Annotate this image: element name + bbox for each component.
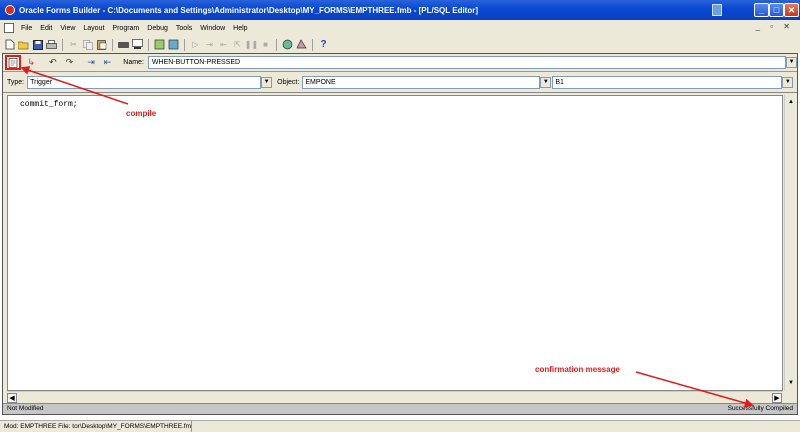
context-bar: Type: Trigger ▼ Object: EMPONE ▼ B1 ▼ bbox=[3, 73, 797, 93]
outdent-icon[interactable]: ⇤ bbox=[102, 57, 114, 69]
scroll-up-arrow[interactable]: ▲ bbox=[786, 97, 796, 107]
revert-icon[interactable]: ↳ bbox=[26, 57, 38, 69]
confirmation-annotation: confirmation message bbox=[535, 365, 620, 374]
menu-bar: File Edit View Layout Program Debug Tool… bbox=[0, 20, 800, 36]
code-editor[interactable]: commit_form; bbox=[7, 95, 783, 391]
scroll-left-arrow[interactable]: ◀ bbox=[7, 393, 17, 403]
window-title: Oracle Forms Builder - C:\Documents and … bbox=[19, 5, 479, 15]
pause-icon[interactable]: ❚❚ bbox=[245, 39, 258, 50]
toolbar-separator bbox=[312, 38, 313, 51]
mdi-window-controls[interactable]: _ ▫ ✕ bbox=[756, 22, 794, 31]
name-dropdown-arrow[interactable]: ▼ bbox=[786, 57, 797, 68]
menu-tools[interactable]: Tools bbox=[172, 25, 196, 32]
cut-icon[interactable]: ✂ bbox=[68, 39, 79, 50]
open-icon[interactable] bbox=[18, 39, 29, 50]
menu-program[interactable]: Program bbox=[108, 25, 143, 32]
item-dropdown-arrow[interactable]: ▼ bbox=[782, 77, 794, 88]
editor-status-bar: Not Modified Successfully Compiled bbox=[3, 403, 797, 414]
compile-all-icon[interactable] bbox=[154, 39, 165, 50]
stop-icon[interactable]: ■ bbox=[260, 39, 271, 50]
object-label: Object: bbox=[277, 79, 300, 86]
toolbar-separator bbox=[148, 38, 149, 51]
editor-toolbar: ↳ ↶ ↷ ⇥ ⇤ Name: WHEN-BUTTON-PRESSED ▼ bbox=[3, 54, 797, 72]
redo-icon[interactable]: ↷ bbox=[64, 57, 76, 69]
save-icon[interactable] bbox=[32, 39, 43, 50]
code-text[interactable]: commit_form; bbox=[20, 100, 78, 109]
menu-layout[interactable]: Layout bbox=[79, 25, 108, 32]
print-icon[interactable] bbox=[46, 39, 57, 50]
app-status-bar: Mod: EMPTHREE File: tor\Desktop\MY_FORMS… bbox=[0, 420, 800, 432]
menu-edit[interactable]: Edit bbox=[36, 25, 56, 32]
name-field[interactable]: WHEN-BUTTON-PRESSED bbox=[147, 56, 787, 69]
network-icon[interactable] bbox=[712, 4, 722, 16]
object-select[interactable]: EMPONE bbox=[302, 76, 541, 89]
menu-debug[interactable]: Debug bbox=[143, 25, 172, 32]
module-file-status: Mod: EMPTHREE File: tor\Desktop\MY_FORMS… bbox=[4, 421, 192, 432]
compile-annotation: compile bbox=[126, 109, 157, 118]
connect-icon[interactable] bbox=[118, 39, 129, 50]
vertical-scrollbar[interactable]: ▲ ▼ bbox=[784, 95, 796, 391]
indent-icon[interactable]: ⇥ bbox=[85, 57, 97, 69]
object-navigator-icon[interactable] bbox=[282, 39, 293, 50]
toolbar-separator bbox=[62, 38, 63, 51]
paste-icon[interactable] bbox=[96, 39, 107, 50]
maximize-button[interactable]: □ bbox=[769, 3, 784, 17]
toolbar-separator bbox=[112, 38, 113, 51]
horizontal-scrollbar[interactable]: ◀ ▶ bbox=[7, 391, 783, 403]
run-form-icon[interactable] bbox=[132, 39, 143, 50]
compile-status-message: Successfully Compiled bbox=[727, 405, 793, 412]
menu-window[interactable]: Window bbox=[196, 25, 229, 32]
modified-status: Not Modified bbox=[7, 405, 44, 412]
help-icon[interactable]: ? bbox=[318, 39, 329, 50]
toolbar-separator bbox=[276, 38, 277, 51]
menu-help[interactable]: Help bbox=[229, 25, 251, 32]
scroll-right-arrow[interactable]: ▶ bbox=[772, 393, 782, 403]
menu-view[interactable]: View bbox=[56, 25, 79, 32]
go-icon[interactable]: ▷ bbox=[190, 39, 201, 50]
type-dropdown-arrow[interactable]: ▼ bbox=[261, 77, 273, 88]
new-icon[interactable] bbox=[4, 39, 15, 50]
item-select[interactable]: B1 bbox=[552, 76, 783, 89]
toolbar-separator bbox=[184, 38, 185, 51]
property-palette-icon[interactable] bbox=[296, 39, 307, 50]
type-select[interactable]: Trigger bbox=[27, 76, 262, 89]
type-label: Type: bbox=[7, 79, 25, 86]
step-over-icon[interactable]: ⇤ bbox=[218, 39, 229, 50]
run-icon[interactable] bbox=[168, 39, 179, 50]
minimize-button[interactable]: _ bbox=[754, 3, 769, 17]
name-label: Name: bbox=[123, 59, 144, 66]
scroll-down-arrow[interactable]: ▼ bbox=[786, 378, 796, 388]
object-dropdown-arrow[interactable]: ▼ bbox=[540, 77, 552, 88]
compile-button[interactable] bbox=[5, 55, 21, 70]
menu-file[interactable]: File bbox=[17, 25, 36, 32]
copy-icon[interactable] bbox=[82, 39, 93, 50]
document-icon[interactable] bbox=[4, 23, 14, 33]
main-toolbar: ✂ ▷ ⇥ ⇤ ⇱ ❚❚ ■ ? bbox=[0, 36, 800, 53]
undo-icon[interactable]: ↶ bbox=[47, 57, 59, 69]
plsql-editor-window: ↳ ↶ ↷ ⇥ ⇤ Name: WHEN-BUTTON-PRESSED ▼ Ty… bbox=[2, 53, 798, 415]
step-out-icon[interactable]: ⇱ bbox=[232, 39, 243, 50]
step-into-icon[interactable]: ⇥ bbox=[204, 39, 215, 50]
oracle-app-icon bbox=[5, 5, 15, 15]
close-button[interactable]: ✕ bbox=[784, 3, 799, 17]
title-bar: Oracle Forms Builder - C:\Documents and … bbox=[0, 0, 800, 20]
